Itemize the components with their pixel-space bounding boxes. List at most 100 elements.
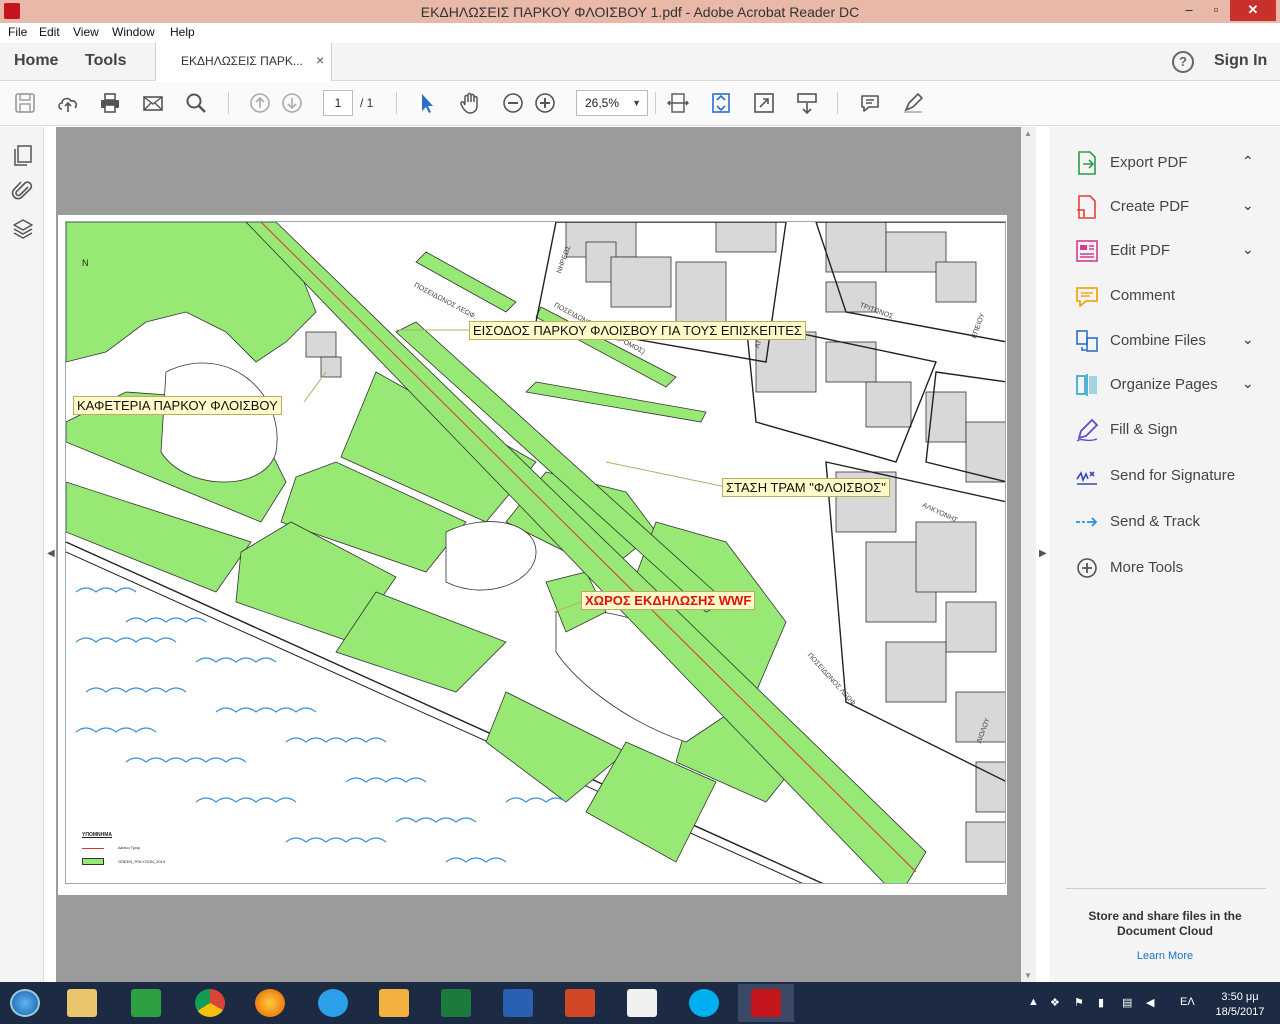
comment-icon[interactable]: [858, 91, 882, 115]
taskbar-excel[interactable]: [428, 984, 484, 1022]
battery-icon[interactable]: ▮: [1098, 996, 1104, 1009]
menu-file[interactable]: File: [8, 25, 27, 39]
input-language[interactable]: ΕΛ: [1180, 996, 1195, 1008]
layers-icon[interactable]: [11, 217, 35, 241]
upload-cloud-icon[interactable]: [56, 91, 80, 115]
highlight-pen-icon[interactable]: [901, 91, 925, 115]
clock-time: 3:50 μμ: [1221, 991, 1259, 1003]
scroll-mode-icon[interactable]: [795, 91, 819, 115]
tool-organize-pages[interactable]: Organize Pages ⌄: [1074, 372, 1274, 398]
toolbar: 1 / 1 26,5% ▼: [0, 82, 1280, 126]
scroll-up-icon[interactable]: ▲: [1024, 129, 1032, 138]
tool-label: Send & Track: [1110, 513, 1201, 530]
taskbar-skype[interactable]: [676, 984, 732, 1022]
volume-muted-icon[interactable]: ◀: [1146, 996, 1154, 1009]
email-icon[interactable]: [141, 91, 165, 115]
page-number-input[interactable]: 1: [323, 90, 353, 116]
select-arrow-icon[interactable]: [415, 91, 439, 115]
collapse-left-panel-icon[interactable]: ◀: [47, 548, 55, 559]
tab-document[interactable]: ΕΚΔΗΛΩΣΕΙΣ ΠΑΡΚ... ×: [155, 43, 332, 81]
collapse-right-panel-icon[interactable]: ▶: [1039, 548, 1047, 559]
tab-bar: Home Tools ΕΚΔΗΛΩΣΕΙΣ ΠΑΡΚ... ×: [0, 43, 1280, 81]
create-pdf-icon: [1077, 195, 1096, 219]
tool-label: Create PDF: [1110, 198, 1190, 215]
page-thumbnails-icon[interactable]: [11, 143, 35, 167]
chevron-down-icon: ⌄: [1242, 375, 1254, 391]
start-button[interactable]: [0, 984, 56, 1022]
tab-tools[interactable]: Tools: [85, 52, 126, 70]
save-icon[interactable]: [13, 91, 37, 115]
taskbar-chrome[interactable]: [182, 984, 238, 1022]
tool-label: Comment: [1110, 287, 1176, 304]
tool-edit-pdf[interactable]: Edit PDF ⌄: [1074, 238, 1274, 264]
tool-send-track[interactable]: Send & Track: [1074, 509, 1274, 535]
taskbar-firefox[interactable]: [242, 984, 298, 1022]
tool-label: Edit PDF: [1110, 242, 1171, 259]
taskbar-store[interactable]: [118, 984, 174, 1022]
print-icon[interactable]: [98, 91, 122, 115]
legend-tram-swatch: [82, 848, 104, 849]
menu-edit[interactable]: Edit: [39, 25, 60, 39]
close-window-button[interactable]: ✕: [1230, 0, 1276, 21]
taskbar-internet-explorer[interactable]: [305, 984, 361, 1022]
search-icon[interactable]: [184, 91, 208, 115]
sign-in-button[interactable]: Sign In: [1214, 52, 1267, 70]
taskbar-word[interactable]: [490, 984, 546, 1022]
zoom-level-value: 26,5%: [585, 96, 620, 110]
plus-circle-icon: [1077, 558, 1097, 578]
dropbox-icon[interactable]: ❖: [1050, 996, 1060, 1009]
outlook-icon: [379, 989, 409, 1017]
tool-combine-files[interactable]: Combine Files ⌄: [1074, 328, 1274, 354]
tool-label: Send for Signature: [1110, 467, 1236, 484]
attachments-icon[interactable]: [11, 179, 35, 203]
menu-window[interactable]: Window: [112, 25, 155, 39]
menu-help[interactable]: Help: [170, 25, 195, 39]
scroll-down-icon[interactable]: ▼: [1024, 971, 1032, 980]
zoom-level-select[interactable]: 26,5% ▼: [576, 90, 648, 116]
word-icon: [503, 989, 533, 1017]
help-icon[interactable]: ?: [1172, 51, 1194, 73]
fit-page-width-icon[interactable]: [666, 91, 690, 115]
tool-send-for-signature[interactable]: Send for Signature: [1074, 463, 1274, 489]
action-center-flag-icon[interactable]: ⚑: [1074, 996, 1084, 1009]
fit-page-icon[interactable]: [709, 91, 733, 115]
callout-park-entrance: ΕΙΣΟΔΟΣ ΠΑΡΚΟΥ ΦΛΟΙΣΒΟΥ ΓΙΑ ΤΟΥΣ ΕΠΙΣΚΕΠ…: [469, 321, 806, 340]
zoom-out-icon[interactable]: [501, 91, 525, 115]
minimize-button[interactable]: –: [1176, 0, 1202, 21]
tool-create-pdf[interactable]: Create PDF ⌄: [1074, 194, 1274, 220]
show-hidden-icons[interactable]: ▲: [1028, 996, 1039, 1008]
taskbar-powerpoint[interactable]: [552, 984, 608, 1022]
previous-page-icon[interactable]: [248, 91, 272, 115]
vertical-scrollbar[interactable]: ▲ ▼: [1021, 127, 1036, 982]
tool-comment[interactable]: Comment: [1074, 283, 1274, 309]
toolbar-separator: [396, 92, 397, 114]
sway-icon: [627, 989, 657, 1017]
maximize-button[interactable]: ▫: [1203, 0, 1229, 21]
window-title: ΕΚΔΗΛΩΣΕΙΣ ΠΑΡΚΟΥ ΦΛΟΙΣΒΟΥ 1.pdf - Adobe…: [420, 4, 860, 20]
tab-home[interactable]: Home: [14, 52, 58, 70]
full-screen-icon[interactable]: [752, 91, 776, 115]
callout-wwf-event-area: ΧΩΡΟΣ ΕΚΔΗΛΩΣΗΣ WWF: [581, 591, 756, 610]
network-icon[interactable]: ▤: [1122, 996, 1132, 1009]
system-clock[interactable]: 3:50 μμ 18/5/2017: [1208, 990, 1272, 1020]
tool-export-pdf[interactable]: Export PDF ⌃: [1074, 150, 1274, 176]
menu-view[interactable]: View: [73, 25, 99, 39]
firefox-icon: [255, 989, 285, 1017]
north-arrow: N: [82, 258, 89, 268]
taskbar-acrobat-reader[interactable]: [738, 984, 794, 1022]
export-pdf-icon: [1078, 151, 1096, 175]
hand-tool-icon[interactable]: [458, 91, 482, 115]
tool-more-tools[interactable]: More Tools: [1074, 555, 1274, 581]
learn-more-link[interactable]: Learn More: [1070, 950, 1260, 962]
taskbar-sway[interactable]: [614, 984, 670, 1022]
menu-bar: File Edit View Window Help: [0, 23, 1280, 43]
send-arrow-icon: [1076, 517, 1098, 527]
taskbar-outlook[interactable]: [366, 984, 422, 1022]
tool-label: Export PDF: [1110, 154, 1188, 171]
next-page-icon[interactable]: [280, 91, 304, 115]
taskbar-file-explorer[interactable]: [54, 984, 110, 1022]
close-tab-icon[interactable]: ×: [316, 52, 324, 68]
page-total: / 1: [360, 96, 374, 110]
tool-fill-sign[interactable]: Fill & Sign: [1074, 417, 1274, 443]
zoom-in-icon[interactable]: [533, 91, 557, 115]
